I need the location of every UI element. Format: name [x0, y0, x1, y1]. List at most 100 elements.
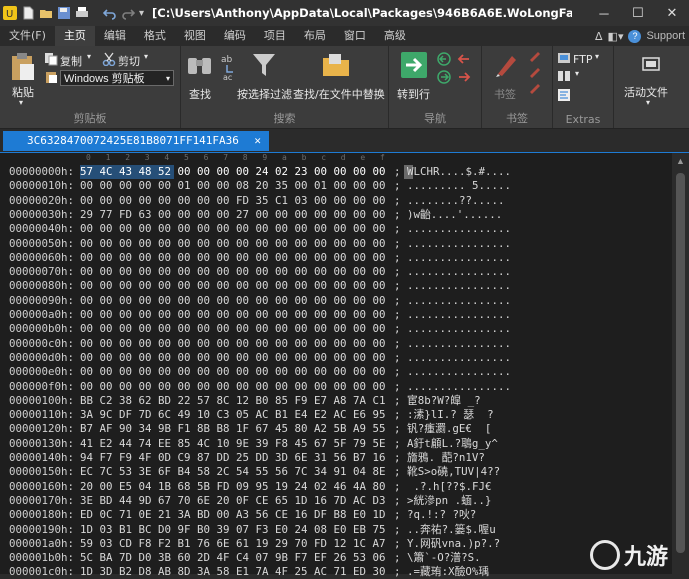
- row-ascii[interactable]: ; ................: [394, 308, 511, 322]
- row-ascii[interactable]: ; 宦8b?W?皡 _?: [394, 394, 481, 408]
- row-ascii[interactable]: ; WLCHR....$.#....: [394, 165, 511, 179]
- row-ascii[interactable]: ; ................: [394, 265, 511, 279]
- compare-icon[interactable]: [557, 70, 571, 82]
- collapse-ribbon-icon[interactable]: ᐃ: [595, 30, 603, 43]
- goto-line-icon[interactable]: [401, 52, 427, 78]
- row-ascii[interactable]: ; ................: [394, 337, 511, 351]
- hex-row[interactable]: 00000090h: 00 00 00 00 00 00 00 00 00 00 …: [0, 294, 672, 308]
- row-hex-bytes[interactable]: EC 7C 53 3E 6F B4 58 2C 54 55 56 7C 34 9…: [80, 465, 386, 479]
- row-hex-bytes[interactable]: 00 00 00 00 00 00 00 00 00 00 00 00 00 0…: [80, 308, 386, 322]
- undo-icon[interactable]: [103, 6, 117, 20]
- row-hex-bytes[interactable]: 3A 9C DF 7D 6C 49 10 C3 05 AC B1 E4 E2 A…: [80, 408, 386, 422]
- row-hex-bytes[interactable]: ED 0C 71 0E 21 3A BD 00 A3 56 CE 16 DF B…: [80, 508, 386, 522]
- filter-icon[interactable]: [251, 52, 277, 78]
- row-hex-bytes[interactable]: 57 4C 43 48 52 00 00 00 00 24 02 23 00 0…: [80, 165, 386, 179]
- bookmark-small-2-icon[interactable]: [528, 66, 542, 78]
- row-hex-bytes[interactable]: 00 00 00 00 00 00 00 00 00 00 00 00 00 0…: [80, 351, 386, 365]
- cut-dropdown-icon[interactable]: ▾: [144, 52, 148, 61]
- filter-by-selection-button[interactable]: 按选择过滤: [237, 86, 292, 102]
- hex-row[interactable]: 00000120h: B7 AF 90 34 9B F1 8B B8 1F 67 …: [0, 422, 672, 436]
- close-button[interactable]: ✕: [655, 0, 689, 26]
- tab-edit[interactable]: 编辑: [95, 26, 135, 46]
- new-file-icon[interactable]: [21, 6, 35, 20]
- row-hex-bytes[interactable]: 1D 3D B2 D8 AB 8D 3A 58 E1 7A 4F 25 AC 7…: [80, 565, 386, 579]
- copy-icon[interactable]: [44, 52, 58, 66]
- hex-row[interactable]: 00000030h: 29 77 FD 63 00 00 00 00 27 00 …: [0, 208, 672, 222]
- hex-row[interactable]: 00000000h: 57 4C 43 48 52 00 00 00 00 24 …: [0, 165, 672, 179]
- help-icon[interactable]: ?: [628, 29, 642, 43]
- find-in-files-button[interactable]: 查找/在文件中替换: [293, 86, 385, 102]
- nav-back-red-icon[interactable]: [457, 52, 471, 66]
- hex-row[interactable]: 000000e0h: 00 00 00 00 00 00 00 00 00 00 …: [0, 365, 672, 379]
- row-hex-bytes[interactable]: 29 77 FD 63 00 00 00 00 27 00 00 00 00 0…: [80, 208, 386, 222]
- row-ascii[interactable]: ; A釪t顅L.?鵈g_y^: [394, 437, 498, 451]
- goto-line-button[interactable]: 转到行: [397, 86, 430, 102]
- close-tab-icon[interactable]: ✕: [254, 131, 261, 151]
- row-hex-bytes[interactable]: 00 00 00 00 00 00 00 00 00 00 00 00 00 0…: [80, 294, 386, 308]
- row-ascii[interactable]: ; >絖滲pn .蝒..}: [394, 494, 491, 508]
- row-hex-bytes[interactable]: 1D 03 B1 BC D0 9F B0 39 07 F3 E0 24 08 E…: [80, 523, 386, 537]
- tab-layout[interactable]: 布局: [295, 26, 335, 46]
- hex-row[interactable]: 00000060h: 00 00 00 00 00 00 00 00 00 00 …: [0, 251, 672, 265]
- copy-dropdown-icon[interactable]: ▾: [87, 52, 91, 61]
- row-ascii[interactable]: ; ................: [394, 380, 511, 394]
- find-in-files-icon[interactable]: [321, 50, 351, 80]
- row-hex-bytes[interactable]: 5C BA 7D D0 3B 60 2D 4F C4 07 9B F7 EF 2…: [80, 551, 386, 565]
- row-ascii[interactable]: ; ................: [394, 322, 511, 336]
- row-ascii[interactable]: ; ......... 5.....: [394, 179, 511, 193]
- support-menu[interactable]: Support: [646, 30, 685, 42]
- paste-dropdown-icon[interactable]: ▾: [19, 98, 23, 107]
- print-icon[interactable]: [75, 6, 89, 20]
- nav-forward-green-icon[interactable]: [437, 70, 451, 84]
- row-ascii[interactable]: ; .=藏珛:X醶O%瑀: [394, 565, 489, 579]
- hex-row[interactable]: 000001b0h: 5C BA 7D D0 3B 60 2D 4F C4 07 …: [0, 551, 672, 565]
- hex-row[interactable]: 00000180h: ED 0C 71 0E 21 3A BD 00 A3 56 …: [0, 508, 672, 522]
- bookmark-small-3-icon[interactable]: [528, 82, 542, 94]
- row-hex-bytes[interactable]: 00 00 00 00 00 00 00 00 00 00 00 00 00 0…: [80, 222, 386, 236]
- active-files-dropdown-icon[interactable]: ▾: [646, 98, 650, 107]
- row-hex-bytes[interactable]: 00 00 00 00 00 01 00 00 08 20 35 00 01 0…: [80, 179, 386, 193]
- paste-icon[interactable]: [10, 52, 36, 82]
- hex-row[interactable]: 000000a0h: 00 00 00 00 00 00 00 00 00 00 …: [0, 308, 672, 322]
- find-button[interactable]: 查找: [189, 86, 211, 102]
- row-hex-bytes[interactable]: 00 00 00 00 00 00 00 00 00 00 00 00 00 0…: [80, 237, 386, 251]
- replace-icon[interactable]: ab ac: [219, 50, 239, 80]
- compare-dropdown-icon[interactable]: ▾: [575, 69, 579, 78]
- row-ascii[interactable]: ; ................: [394, 279, 511, 293]
- row-ascii[interactable]: ; ................: [394, 237, 511, 251]
- cut-button[interactable]: 剪切: [118, 53, 140, 69]
- hex-row[interactable]: 00000040h: 00 00 00 00 00 00 00 00 00 00 …: [0, 222, 672, 236]
- row-ascii[interactable]: ; ..奔祐?.篓$.喔u: [394, 523, 496, 537]
- row-ascii[interactable]: ; ................: [394, 351, 511, 365]
- tab-format[interactable]: 格式: [135, 26, 175, 46]
- row-ascii[interactable]: ; ................: [394, 365, 511, 379]
- row-hex-bytes[interactable]: 00 00 00 00 00 00 00 00 00 00 00 00 00 0…: [80, 337, 386, 351]
- open-folder-icon[interactable]: [39, 6, 53, 20]
- hex-row[interactable]: 00000100h: BB C2 38 62 BD 22 57 8C 12 B0 …: [0, 394, 672, 408]
- row-ascii[interactable]: ; .?.h[??$.FJ€: [394, 480, 492, 494]
- redo-icon[interactable]: [121, 6, 135, 20]
- row-hex-bytes[interactable]: 00 00 00 00 00 00 00 00 00 00 00 00 00 0…: [80, 380, 386, 394]
- cut-icon[interactable]: [102, 52, 116, 66]
- nav-back-green-icon[interactable]: [437, 52, 451, 66]
- hex-row[interactable]: 00000140h: 94 F7 F9 4F 0D C9 87 DD 25 DD …: [0, 451, 672, 465]
- tab-window[interactable]: 窗口: [335, 26, 375, 46]
- ftp-button[interactable]: FTP: [573, 53, 593, 66]
- tab-advanced[interactable]: 高级: [375, 26, 415, 46]
- hex-row[interactable]: 000001c0h: 1D 3D B2 D8 AB 8D 3A 58 E1 7A …: [0, 565, 672, 579]
- row-hex-bytes[interactable]: 3E BD 44 9D 67 70 6E 20 0F CE 65 1D 16 7…: [80, 494, 386, 508]
- row-hex-bytes[interactable]: B7 AF 90 34 9B F1 8B B8 1F 67 45 80 A2 5…: [80, 422, 386, 436]
- hex-row[interactable]: 000000c0h: 00 00 00 00 00 00 00 00 00 00 …: [0, 337, 672, 351]
- row-ascii[interactable]: ; :溸}lI.? 瑟 ?: [394, 408, 494, 422]
- row-ascii[interactable]: ; 旝鴉. 蓜?n1V?: [394, 451, 485, 465]
- hex-row[interactable]: 00000160h: 20 00 E5 04 1B 68 5B FD 09 95 …: [0, 480, 672, 494]
- bookmark-icon[interactable]: [494, 52, 520, 78]
- minimize-button[interactable]: ─: [587, 0, 621, 26]
- copy-button[interactable]: 复制: [60, 53, 82, 69]
- scroll-up-icon[interactable]: ▲: [676, 156, 685, 166]
- hex-row[interactable]: 00000020h: 00 00 00 00 00 00 00 00 FD 35 …: [0, 194, 672, 208]
- ftp-icon[interactable]: [557, 52, 571, 64]
- binoculars-icon[interactable]: [185, 50, 215, 80]
- vertical-scrollbar[interactable]: ▲: [672, 153, 689, 574]
- nav-forward-red-icon[interactable]: [457, 70, 471, 84]
